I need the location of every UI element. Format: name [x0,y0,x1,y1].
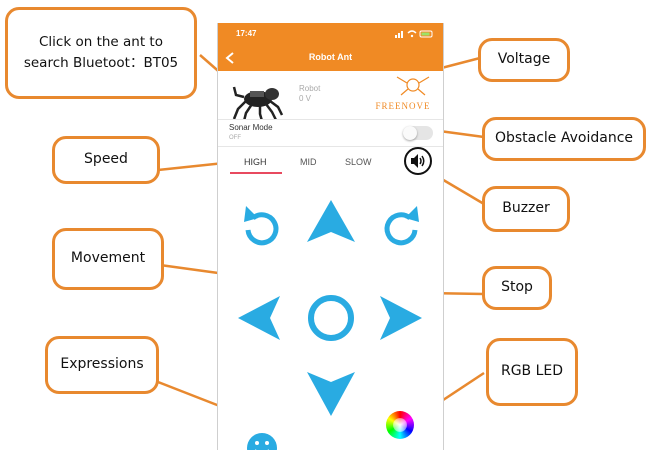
callout-expressions: Expressions [45,336,159,394]
nav-title: Robot Ant [308,52,353,62]
sonar-mode-label: Sonar Mode [229,123,273,132]
callout-movement: Movement [52,228,164,290]
callout-obstacle-avoidance: Obstacle Avoidance [482,117,646,161]
speed-high-tab[interactable]: HIGH [244,157,267,167]
sonar-mode-row: Sonar Mode OFF [218,119,443,147]
speed-mid-tab[interactable]: MID [300,157,317,167]
callout-speed: Speed [52,136,160,184]
status-bar: 17:47 [218,23,443,45]
callout-ant-bluetooth: Click on the ant to search Bluetoot：BT05 [5,7,197,99]
sonar-mode-state: OFF [229,135,241,141]
status-icons [395,30,433,38]
speed-selector: HIGH MID SLOW [218,147,443,175]
callout-voltage: Voltage [478,38,570,82]
obstacle-avoidance-toggle[interactable] [403,126,433,140]
left-arrow-icon[interactable] [238,296,280,340]
leader-buzzer [439,176,485,206]
phone-screen: 17:47 Robot Ant Robot 0 V FREENOVE Sonar… [217,23,444,450]
callout-ant-line2: search Bluetoot：BT05 [23,55,179,71]
rotate-right-icon[interactable] [384,206,419,246]
callout-rgb-led: RGB LED [486,338,578,406]
speed-selected-underline [230,172,282,174]
right-arrow-icon[interactable] [380,296,422,340]
voltage-value: 0 V [299,94,312,103]
toggle-knob [403,126,417,140]
rotate-left-icon[interactable] [244,206,279,246]
callout-ant-line1: Click on the ant to [39,34,163,51]
speed-slow-tab[interactable]: SLOW [345,157,372,167]
color-wheel-center [393,418,407,432]
stop-button-icon[interactable] [308,295,354,341]
movement-controls [238,200,422,450]
backward-arrow-icon[interactable] [307,372,355,416]
robot-label: Robot [299,84,321,93]
callout-stop: Stop [482,266,552,310]
freenove-logo-icon [396,76,430,96]
rgb-led-color-wheel-icon[interactable] [386,411,414,439]
expressions-smiley-icon[interactable] [247,433,277,450]
forward-arrow-icon[interactable] [307,200,355,242]
ant-robot-button[interactable] [232,79,284,123]
callout-buzzer: Buzzer [482,186,570,232]
brand-logo-text: FREENOVE [375,101,431,111]
status-time: 17:47 [236,29,257,38]
nav-bar: Robot Ant [218,45,443,71]
buzzer-speaker-icon[interactable] [404,147,432,175]
